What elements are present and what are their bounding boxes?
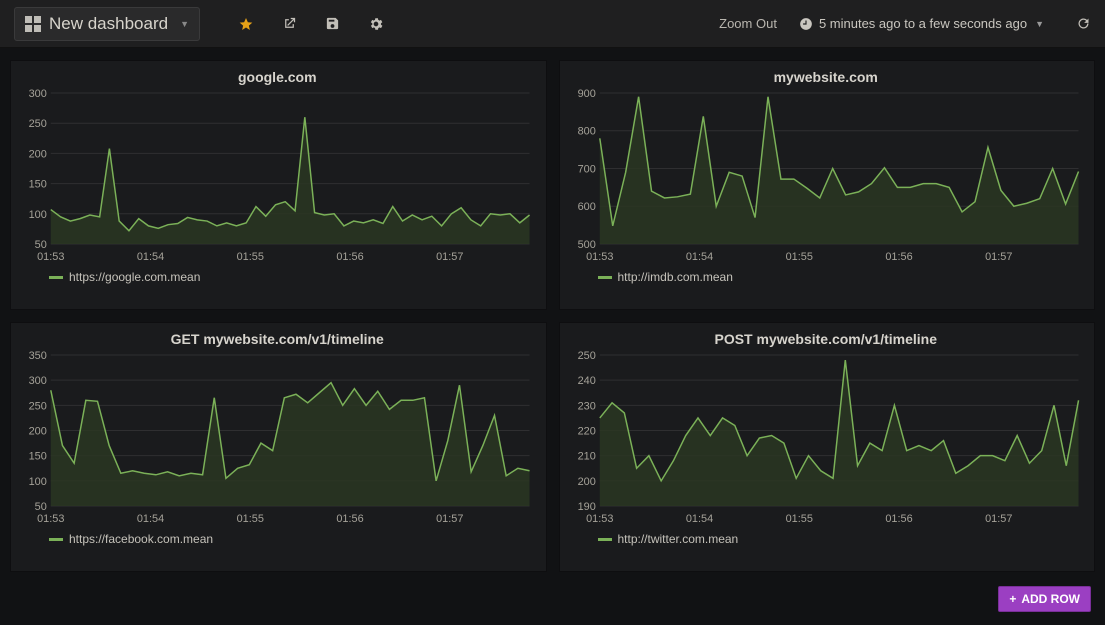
save-icon[interactable] [325, 16, 340, 31]
svg-text:01:56: 01:56 [885, 513, 912, 524]
gear-icon[interactable] [368, 16, 384, 32]
plus-icon: + [1009, 592, 1016, 606]
svg-text:800: 800 [577, 126, 595, 138]
time-range-label: 5 minutes ago to a few seconds ago [819, 16, 1027, 31]
add-row-label: ADD ROW [1021, 592, 1080, 606]
topbar: New dashboard ▼ Zoom Out 5 minutes ago t… [0, 0, 1105, 48]
chart-legend[interactable]: https://facebook.com.mean [19, 524, 536, 546]
svg-text:240: 240 [577, 375, 595, 387]
chart-panel[interactable]: POST mywebsite.com/v1/timeline 190 200 210 2… [559, 322, 1096, 572]
svg-text:250: 250 [29, 400, 47, 412]
panel-title: mywebsite.com [568, 69, 1085, 85]
svg-text:150: 150 [29, 451, 47, 463]
svg-text:100: 100 [29, 209, 47, 221]
svg-text:01:53: 01:53 [37, 251, 64, 262]
legend-swatch [598, 276, 612, 279]
svg-text:01:53: 01:53 [586, 251, 613, 262]
panel-title: GET mywebsite.com/v1/timeline [19, 331, 536, 347]
chart-area: 500 600 700 800 900 01:53 01:54 01:55 01:56 01:57 [568, 87, 1085, 262]
svg-text:01:54: 01:54 [137, 251, 164, 262]
svg-text:01:54: 01:54 [137, 513, 164, 524]
svg-text:01:55: 01:55 [237, 513, 264, 524]
chart-panel[interactable]: google.com 50 100 150 200 250 300 01:53 01:54 01:… [10, 60, 547, 310]
svg-text:190: 190 [577, 501, 595, 513]
svg-text:300: 300 [29, 88, 47, 100]
legend-label: https://facebook.com.mean [69, 532, 213, 546]
chart-legend[interactable]: https://google.com.mean [19, 262, 536, 284]
svg-text:01:55: 01:55 [237, 251, 264, 262]
svg-text:01:56: 01:56 [885, 251, 912, 262]
dashboard-title-button[interactable]: New dashboard ▼ [14, 7, 200, 41]
svg-text:250: 250 [577, 350, 595, 362]
panel-title: google.com [19, 69, 536, 85]
chart-area: 190 200 210 220 230 240 250 01:53 01:54 01:55 01:5… [568, 349, 1085, 524]
svg-text:01:55: 01:55 [785, 513, 812, 524]
chart-area: 50 100 150 200 250 300 350 01:53 01:54 01:55 01:56… [19, 349, 536, 524]
svg-text:210: 210 [577, 451, 595, 463]
footer: + ADD ROW [0, 578, 1105, 620]
dashboard-title-text: New dashboard [49, 14, 168, 34]
legend-swatch [49, 276, 63, 279]
panel-title: POST mywebsite.com/v1/timeline [568, 331, 1085, 347]
svg-text:01:57: 01:57 [436, 251, 463, 262]
svg-text:200: 200 [29, 425, 47, 437]
legend-label: http://twitter.com.mean [618, 532, 739, 546]
caret-down-icon: ▼ [180, 19, 189, 29]
share-icon[interactable] [282, 16, 297, 31]
svg-text:600: 600 [577, 201, 595, 213]
svg-text:01:53: 01:53 [37, 513, 64, 524]
svg-text:100: 100 [29, 476, 47, 488]
svg-text:700: 700 [577, 163, 595, 175]
svg-text:01:55: 01:55 [785, 251, 812, 262]
svg-text:250: 250 [29, 118, 47, 130]
svg-text:150: 150 [29, 179, 47, 191]
chart-legend[interactable]: http://twitter.com.mean [568, 524, 1085, 546]
legend-label: https://google.com.mean [69, 270, 200, 284]
legend-swatch [49, 538, 63, 541]
star-icon[interactable] [238, 16, 254, 32]
svg-text:01:57: 01:57 [436, 513, 463, 524]
legend-swatch [598, 538, 612, 541]
legend-label: http://imdb.com.mean [618, 270, 733, 284]
svg-text:01:57: 01:57 [985, 251, 1012, 262]
svg-text:500: 500 [577, 239, 595, 251]
svg-text:300: 300 [29, 375, 47, 387]
svg-text:01:54: 01:54 [685, 251, 712, 262]
caret-down-icon: ▼ [1035, 19, 1044, 29]
svg-text:01:56: 01:56 [336, 251, 363, 262]
svg-text:900: 900 [577, 88, 595, 100]
svg-text:01:54: 01:54 [685, 513, 712, 524]
time-range-picker[interactable]: 5 minutes ago to a few seconds ago ▼ [799, 16, 1044, 31]
svg-text:220: 220 [577, 425, 595, 437]
zoom-out-button[interactable]: Zoom Out [719, 16, 777, 31]
svg-text:50: 50 [35, 501, 47, 513]
chart-legend[interactable]: http://imdb.com.mean [568, 262, 1085, 284]
svg-text:01:57: 01:57 [985, 513, 1012, 524]
svg-text:01:53: 01:53 [586, 513, 613, 524]
svg-text:01:56: 01:56 [336, 513, 363, 524]
svg-text:200: 200 [29, 148, 47, 160]
panels-grid: google.com 50 100 150 200 250 300 01:53 01:54 01:… [0, 48, 1105, 578]
clock-icon [799, 17, 813, 31]
chart-panel[interactable]: mywebsite.com 500 600 700 800 900 01:53 01:54 01… [559, 60, 1096, 310]
svg-text:350: 350 [29, 350, 47, 362]
svg-text:230: 230 [577, 400, 595, 412]
svg-text:200: 200 [577, 476, 595, 488]
chart-area: 50 100 150 200 250 300 01:53 01:54 01:55 01:56 01:… [19, 87, 536, 262]
chart-panel[interactable]: GET mywebsite.com/v1/timeline 50 100 150 200… [10, 322, 547, 572]
dashboard-grid-icon [25, 16, 41, 32]
add-row-button[interactable]: + ADD ROW [998, 586, 1091, 612]
refresh-icon[interactable] [1076, 16, 1091, 31]
svg-text:50: 50 [35, 239, 47, 251]
